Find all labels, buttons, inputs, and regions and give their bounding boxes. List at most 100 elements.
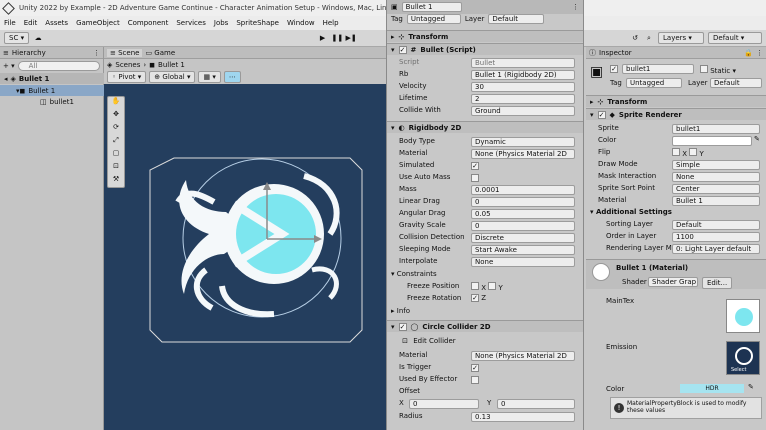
more-icon[interactable]: ⋮ xyxy=(572,3,579,11)
maintex-thumbnail[interactable] xyxy=(726,299,760,333)
grid-toggle[interactable]: ▦ ▾ xyxy=(198,71,221,83)
menu-gameobject[interactable]: GameObject xyxy=(76,19,120,27)
order-field[interactable]: 1100 xyxy=(672,232,760,242)
auto-mass-checkbox[interactable] xyxy=(471,174,479,182)
collision-dropdown[interactable]: Discrete xyxy=(471,233,575,243)
tag-dropdown[interactable]: Untagged xyxy=(406,13,461,24)
shader-edit-button[interactable]: Edit... xyxy=(702,277,733,289)
sprite-field[interactable]: bullet1 xyxy=(672,124,760,134)
lifetime-field[interactable]: 2 xyxy=(471,94,575,104)
script-enabled-checkbox[interactable]: ✓ xyxy=(398,45,407,54)
bullet-script-header[interactable]: ▾ ✓ # Bullet (Script) xyxy=(387,43,583,55)
layer-dropdown[interactable]: Default xyxy=(710,78,762,88)
draw-mode-dropdown[interactable]: Simple xyxy=(672,160,760,170)
hierarchy-tab[interactable]: ≡ Hierarchy ⋮ xyxy=(0,47,103,59)
rendering-layer-dropdown[interactable]: 0: Light Layer default xyxy=(672,244,760,254)
menu-file[interactable]: File xyxy=(4,19,16,27)
radius-field[interactable]: 0.13 xyxy=(471,412,575,422)
offset-x-field[interactable]: 0 xyxy=(409,399,479,409)
sort-point-dropdown[interactable]: Center xyxy=(672,184,760,194)
hierarchy-child-row[interactable]: ◫ bullet1 xyxy=(0,96,104,107)
step-icon[interactable]: ▶❚ xyxy=(346,34,357,42)
pause-icon[interactable]: ❚❚ xyxy=(332,34,344,42)
more-icon[interactable]: ⋮ xyxy=(93,49,100,57)
menu-spriteshape[interactable]: SpriteShape xyxy=(236,19,279,27)
additional-settings-foldout[interactable]: ▾ Additional Settings xyxy=(590,208,672,216)
lock-icon[interactable]: 🔒 xyxy=(744,49,753,57)
shader-dropdown[interactable]: Shader Grap xyxy=(648,277,698,287)
info-foldout[interactable]: ▸ Info xyxy=(391,307,410,315)
layers-dropdown[interactable]: Layers ▾ xyxy=(658,32,704,44)
add-object-button[interactable]: + ▾ xyxy=(3,62,15,70)
material-field[interactable]: Bullet 1 xyxy=(672,196,760,206)
constraints-foldout[interactable]: ▾ Constraints xyxy=(391,270,437,278)
arrow-left-icon[interactable]: ◂ xyxy=(4,75,8,83)
flip-x-checkbox[interactable] xyxy=(672,148,680,156)
linear-drag-field[interactable]: 0 xyxy=(471,197,575,207)
rigidbody-header[interactable]: ▾ ◐ Rigidbody 2D xyxy=(387,121,583,133)
account-dropdown[interactable]: SC ▾ xyxy=(4,32,30,44)
sr-enabled-checkbox[interactable]: ✓ xyxy=(597,110,606,119)
sorting-layer-dropdown[interactable]: Default xyxy=(672,220,760,230)
breadcrumb-scenes[interactable]: Scenes xyxy=(115,61,140,69)
breadcrumb-object[interactable]: Bullet 1 xyxy=(158,61,185,69)
global-toggle[interactable]: ⊕ Global ▾ xyxy=(149,71,196,83)
transform-header[interactable]: ▸ ⊹ Transform xyxy=(387,30,583,42)
menu-help[interactable]: Help xyxy=(323,19,339,27)
menu-component[interactable]: Component xyxy=(128,19,169,27)
sprite-renderer-header[interactable]: ▾ ✓ ◆ Sprite Renderer xyxy=(586,108,766,120)
scene-viewport[interactable]: ✋ ✥ ⟳ ⤢ ▢ ⊡ ⚒ xyxy=(104,84,386,430)
effector-checkbox[interactable] xyxy=(471,376,479,384)
snap-toggle[interactable]: ⋯ xyxy=(223,71,241,83)
collide-dropdown[interactable]: Ground xyxy=(471,106,575,116)
emission-select-label[interactable]: Select xyxy=(731,367,746,373)
play-icon[interactable]: ▶ xyxy=(318,34,328,42)
angular-drag-field[interactable]: 0.05 xyxy=(471,209,575,219)
trigger-checkbox[interactable]: ✓ xyxy=(471,364,479,372)
collider-enabled-checkbox[interactable]: ✓ xyxy=(398,322,407,331)
inspector-tab[interactable]: ⓘ Inspector 🔒 ⋮ xyxy=(586,47,766,59)
menu-window[interactable]: Window xyxy=(287,19,315,27)
cc-material-field[interactable]: None (Physics Material 2D xyxy=(471,351,575,361)
mask-dropdown[interactable]: None xyxy=(672,172,760,182)
static-toggle[interactable]: Static ▾ xyxy=(700,65,736,75)
go-name-field[interactable]: bullet1 xyxy=(622,64,694,74)
velocity-field[interactable]: 30 xyxy=(471,82,575,92)
object-name-field[interactable]: Bullet 1 xyxy=(401,2,462,12)
menu-assets[interactable]: Assets xyxy=(45,19,68,27)
interpolate-dropdown[interactable]: None xyxy=(471,257,575,267)
mass-field[interactable]: 0.0001 xyxy=(471,185,575,195)
freeze-rot-z-checkbox[interactable]: ✓ xyxy=(471,294,479,302)
more-icon[interactable]: ⋮ xyxy=(756,49,763,57)
history-icon[interactable]: ↺ xyxy=(630,34,640,42)
tag-dropdown[interactable]: Untagged xyxy=(626,78,682,88)
rb-field[interactable]: Bullet 1 (Rigidbody 2D) xyxy=(471,70,575,80)
hierarchy-root-row[interactable]: ▾◼ Bullet 1 xyxy=(0,85,104,96)
bullet-sprite[interactable] xyxy=(104,84,386,430)
color-swatch[interactable] xyxy=(672,136,752,146)
eyedropper-icon[interactable]: ✎ xyxy=(754,135,760,143)
body-type-dropdown[interactable]: Dynamic xyxy=(471,137,575,147)
static-checkbox[interactable] xyxy=(700,65,708,73)
pivot-toggle[interactable]: ◦ Pivot ▾ xyxy=(107,71,147,83)
active-checkbox[interactable]: ✓ xyxy=(610,65,618,73)
menu-jobs[interactable]: Jobs xyxy=(214,19,228,27)
gravity-field[interactable]: 0 xyxy=(471,221,575,231)
menu-edit[interactable]: Edit xyxy=(24,19,38,27)
flip-y-checkbox[interactable] xyxy=(689,148,698,156)
emission-thumbnail[interactable]: Select xyxy=(726,341,760,375)
hierarchy-scene-row[interactable]: ◂ ◈ Bullet 1 xyxy=(0,73,104,84)
cloud-icon[interactable]: ☁ xyxy=(33,34,43,42)
simulated-checkbox[interactable]: ✓ xyxy=(471,162,479,170)
sleep-dropdown[interactable]: Start Awake xyxy=(471,245,575,255)
freeze-pos-y-checkbox[interactable] xyxy=(488,282,497,290)
tab-game[interactable]: ▭ Game xyxy=(145,49,175,57)
hierarchy-search-input[interactable]: All xyxy=(17,61,100,71)
edit-collider-icon[interactable]: ⊡ xyxy=(399,337,411,345)
offset-y-field[interactable]: 0 xyxy=(497,399,575,409)
rb-material-field[interactable]: None (Physics Material 2D xyxy=(471,149,575,159)
menu-services[interactable]: Services xyxy=(176,19,206,27)
search-icon[interactable]: ⌕ xyxy=(644,34,654,43)
layer-dropdown[interactable]: Default xyxy=(488,13,545,24)
transform-header[interactable]: ▸ ⊹ Transform xyxy=(586,95,766,107)
